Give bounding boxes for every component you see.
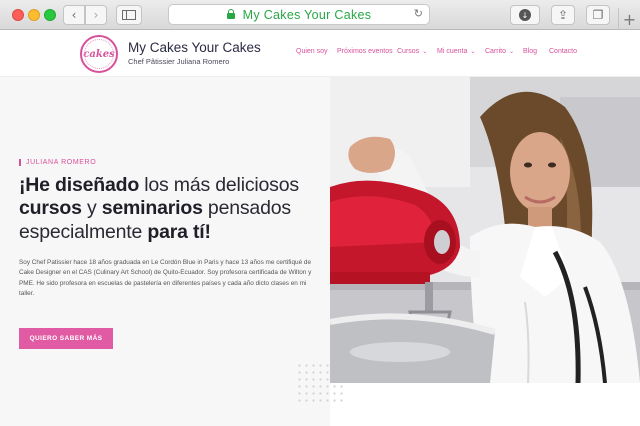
chevron-down-icon: ⌄	[509, 49, 515, 55]
nav-contacto[interactable]: Contacto	[549, 48, 577, 55]
nav-label: Próximos eventos	[337, 48, 393, 55]
nav-label: Cursos	[397, 48, 420, 55]
zoom-window-button[interactable]	[44, 9, 56, 21]
hero-photo	[330, 77, 640, 383]
chevron-left-icon: ‹	[71, 8, 77, 22]
chevron-down-icon: ⌄	[422, 49, 428, 55]
nav-mi-cuenta[interactable]: Mi cuenta ⌄	[437, 48, 475, 55]
tab-overview-button[interactable]: ❐	[586, 5, 610, 25]
nav-cursos[interactable]: Cursos ⌄	[397, 48, 427, 55]
headline-strong: para tí!	[147, 220, 211, 243]
nav-label: Contacto	[549, 48, 578, 55]
back-button[interactable]: ‹	[63, 5, 85, 25]
share-button[interactable]: ⇪	[551, 5, 575, 25]
brand-subtitle: Chef Pâtissier Juliana Romero	[128, 57, 230, 66]
tabs-icon: ❐	[592, 8, 604, 22]
lock-icon	[226, 9, 235, 19]
hero-headline: ¡He diseñado los más deliciosos cursos y…	[19, 174, 319, 244]
plus-icon: +	[622, 9, 637, 29]
nav-carrito[interactable]: Carrito ⌄	[485, 48, 514, 55]
reload-icon[interactable]: ↻	[414, 7, 423, 20]
nav-label: Mi cuenta	[437, 48, 468, 55]
downloads-button[interactable]: ↓	[510, 5, 540, 25]
chevron-down-icon: ⌄	[470, 49, 476, 55]
headline-strong: ¡He diseñado	[19, 174, 140, 196]
hero-body-text: Soy Chef Patissier hace 18 años graduada…	[19, 259, 312, 298]
headline-strong: seminarios	[101, 197, 203, 220]
headline-strong: cursos	[19, 197, 82, 220]
new-tab-button[interactable]: +	[618, 8, 640, 30]
headline-text: y	[81, 197, 102, 220]
chef-with-stand-mixer-illustration	[330, 77, 640, 383]
address-bar[interactable]: My Cakes Your Cakes ↻	[168, 4, 430, 25]
nav-label: Quien soy	[296, 48, 328, 55]
hero-text-panel	[0, 77, 330, 426]
site-header: cakes My Cakes Your Cakes Chef Pâtissier…	[0, 31, 640, 77]
address-bar-text: My Cakes Your Cakes	[242, 7, 372, 22]
nav-label: Carrito	[485, 48, 507, 55]
sidebar-toggle-button[interactable]	[116, 5, 142, 25]
hero-eyebrow: JULIANA ROMERO	[19, 159, 96, 166]
logo-ring	[84, 39, 114, 69]
browser-toolbar: ‹ › My Cakes Your Cakes ↻ ↓ ⇪ ❐ +	[0, 0, 640, 30]
nav-quien-soy[interactable]: Quien soy	[296, 48, 328, 55]
nav-proximos-eventos[interactable]: Próximos eventos	[337, 48, 393, 55]
minimize-window-button[interactable]	[28, 9, 40, 21]
download-icon: ↓	[519, 9, 531, 21]
headline-text: los más deliciosos	[139, 174, 299, 196]
learn-more-button[interactable]: QUIERO SABER MÁS	[19, 328, 113, 349]
site-logo[interactable]: cakes	[80, 35, 118, 73]
nav-blog[interactable]: Blog	[523, 48, 537, 55]
sidebar-icon	[122, 10, 136, 20]
share-icon: ⇪	[557, 8, 569, 22]
nav-label: Blog	[523, 48, 538, 55]
close-window-button[interactable]	[12, 9, 24, 21]
brand-name[interactable]: My Cakes Your Cakes	[128, 40, 261, 55]
forward-button[interactable]: ›	[85, 5, 107, 25]
chevron-right-icon: ›	[93, 8, 99, 22]
